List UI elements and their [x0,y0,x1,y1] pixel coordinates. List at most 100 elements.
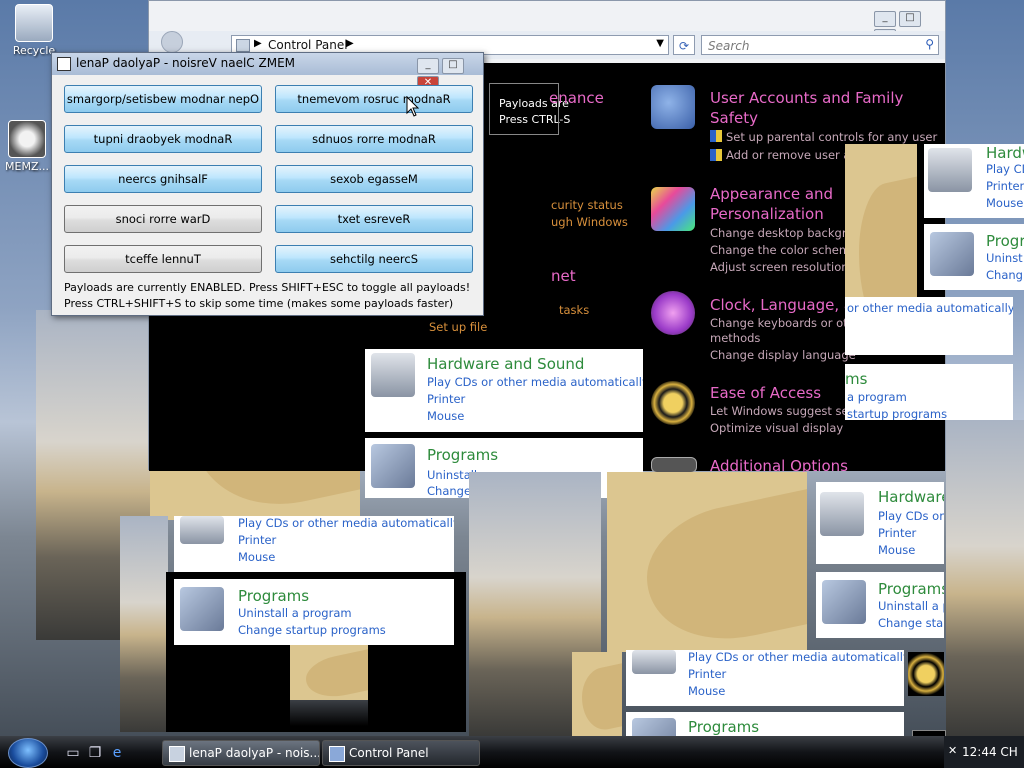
hardware-link[interactable]: Play CDs or other media automatically [688,650,904,664]
hardware-link[interactable]: Printer [238,533,276,547]
mouse-cursor-icon [406,96,420,117]
maximize-button[interactable]: □ [899,11,921,27]
category-link[interactable]: Optimize visual display [710,421,843,435]
category-link[interactable]: Change desktop backgrou [710,226,861,240]
programs-link[interactable]: Uninstall a program [238,606,352,620]
category-link[interactable]: Change keyboards or othe [710,316,862,330]
hardware-link[interactable]: Play CDs or other media automatically [238,516,454,530]
programs-title[interactable]: Progr [986,232,1024,250]
programs-link[interactable]: startup programs [847,407,947,420]
category-fragment-link[interactable]: Set up file [429,320,487,334]
taskbar-button-control-panel[interactable]: Control Panel [322,740,480,766]
category-link[interactable]: methods [710,331,760,345]
programs-icon [371,444,415,488]
category-clock-language[interactable]: Clock, Language, an [710,296,863,314]
hardware-sound-title[interactable]: Hardware and Sound [427,355,584,373]
category-link[interactable]: Adjust screen resolution [710,260,849,274]
hardware-sound-title[interactable]: Hardware [878,488,944,506]
taskbar-button-memz[interactable]: lenaP daolyaP - nois... [162,740,320,766]
hardware-link[interactable]: Printer [427,392,465,406]
programs-fragment: ms a program startup programs [845,364,1013,420]
programs-link[interactable]: Change startup programs [238,623,386,637]
category-fragment[interactable]: enance [549,89,604,107]
payload-button-random-error-sounds[interactable]: sdnuos rorre modnaR [275,125,473,153]
programs-title[interactable]: Programs [688,718,759,736]
switch-windows-icon[interactable]: ❐ [86,744,104,762]
hardware-link[interactable]: Play CDs or other media automatically [427,375,643,389]
folder-icon [236,39,250,52]
memz-desktop-icon[interactable]: MEMZ... [2,120,52,173]
category-user-accounts[interactable]: User Accounts and Family [710,89,903,107]
programs-link[interactable]: Uninst [986,251,1023,265]
hardware-link[interactable]: Printer [688,667,726,681]
user-accounts-icon [651,85,695,129]
payload-button-reverse-text[interactable]: txet esreveR [275,205,473,233]
category-fragment[interactable]: net [551,267,576,285]
payload-button-flashing-screen[interactable]: neercs gnihsalF [64,165,262,193]
printer-icon [632,650,676,674]
hardware-link[interactable]: Printer [986,179,1024,193]
minimize-button[interactable]: _ [874,11,896,27]
category-link[interactable]: Set up parental controls for any user [726,130,937,144]
programs-title[interactable]: Programs [878,580,944,598]
payload-button-tunnel-effect[interactable]: tceffe lennuT [64,245,262,273]
printer-icon [371,353,415,397]
memz-hint-text: Press CTRL+SHIFT+S to skip some time (ma… [64,297,454,310]
minimize-button[interactable]: _ [417,58,439,74]
programs-icon [822,580,866,624]
hardware-link[interactable]: Mouse [878,543,915,557]
category-ease-of-access[interactable]: Ease of Access [710,384,821,402]
category-fragment-link[interactable]: ugh Windows [551,215,628,229]
category-appearance[interactable]: Personalization [710,205,824,223]
address-dropdown-icon[interactable]: ▼ [656,38,664,49]
programs-link[interactable]: Uninstall a p [878,599,944,613]
payload-button-draw-error-icons[interactable]: snoci rorre warD [64,205,262,233]
search-input[interactable]: Search ⚲ [701,35,939,55]
back-button[interactable] [161,31,183,53]
category-link[interactable]: Add or remove user ac [726,148,857,162]
browser-icon[interactable]: e [108,744,126,762]
glitch-tile [120,516,168,732]
hardware-link[interactable]: Mouse [238,550,275,564]
hardware-link[interactable]: Play CDs or [878,509,944,523]
show-desktop-icon[interactable]: ▭ [64,744,82,762]
programs-title[interactable]: Programs [427,446,498,464]
programs-link[interactable]: Chang [986,268,1023,282]
programs-title[interactable]: ms [845,370,867,388]
category-user-accounts[interactable]: Safety [710,109,758,127]
payload-button-random-keyboard-input[interactable]: tupni draobyek modnaR [64,125,262,153]
category-fragment-link[interactable]: tasks [559,303,589,317]
start-button[interactable] [8,738,48,768]
search-icon[interactable]: ⚲ [925,37,934,51]
category-link[interactable]: Change display language [710,348,856,362]
programs-link[interactable]: a program [847,390,907,404]
programs-link[interactable]: Change start [878,616,944,630]
hardware-sound-title[interactable]: Hardw [986,144,1024,162]
payload-button-message-boxes[interactable]: sexob egasseM [275,165,473,193]
hardware-link[interactable]: Mouse [986,196,1023,210]
programs-icon [930,232,974,276]
control-panel-icon [329,746,345,762]
chevron-right-icon: ▶ [254,38,262,49]
payload-button-random-cursor-movement[interactable]: tnemevom rosruc modnaR [275,85,473,113]
payload-button-open-random-websites[interactable]: smargorp/setisbew modnar nepO [64,85,262,113]
additional-options-icon [651,457,697,473]
hardware-link[interactable]: Play CD [986,162,1024,176]
hardware-link[interactable]: Mouse [427,409,464,423]
hardware-link[interactable]: or other media automatically [847,301,1013,315]
recycle-bin-icon[interactable]: Recycle [4,4,64,57]
category-link[interactable]: Let Windows suggest setti [710,404,861,418]
hardware-link[interactable]: Mouse [688,684,725,698]
maximize-button[interactable]: □ [442,58,464,74]
category-fragment-link[interactable]: curity status [551,198,623,212]
address-text: Control Panel [268,38,348,52]
programs-title[interactable]: Programs [238,587,309,605]
category-appearance[interactable]: Appearance and [710,185,833,203]
hardware-link[interactable]: Printer [878,526,916,540]
clock[interactable]: 12:44 CH [962,745,1018,759]
search-placeholder: Search [708,39,750,53]
payload-button-screen-glitches[interactable]: sehctilg neercS [275,245,473,273]
volume-icon[interactable]: ✕ [948,744,957,757]
category-link[interactable]: Change the color scheme [710,243,857,257]
refresh-icon[interactable]: ⟳ [673,35,695,55]
